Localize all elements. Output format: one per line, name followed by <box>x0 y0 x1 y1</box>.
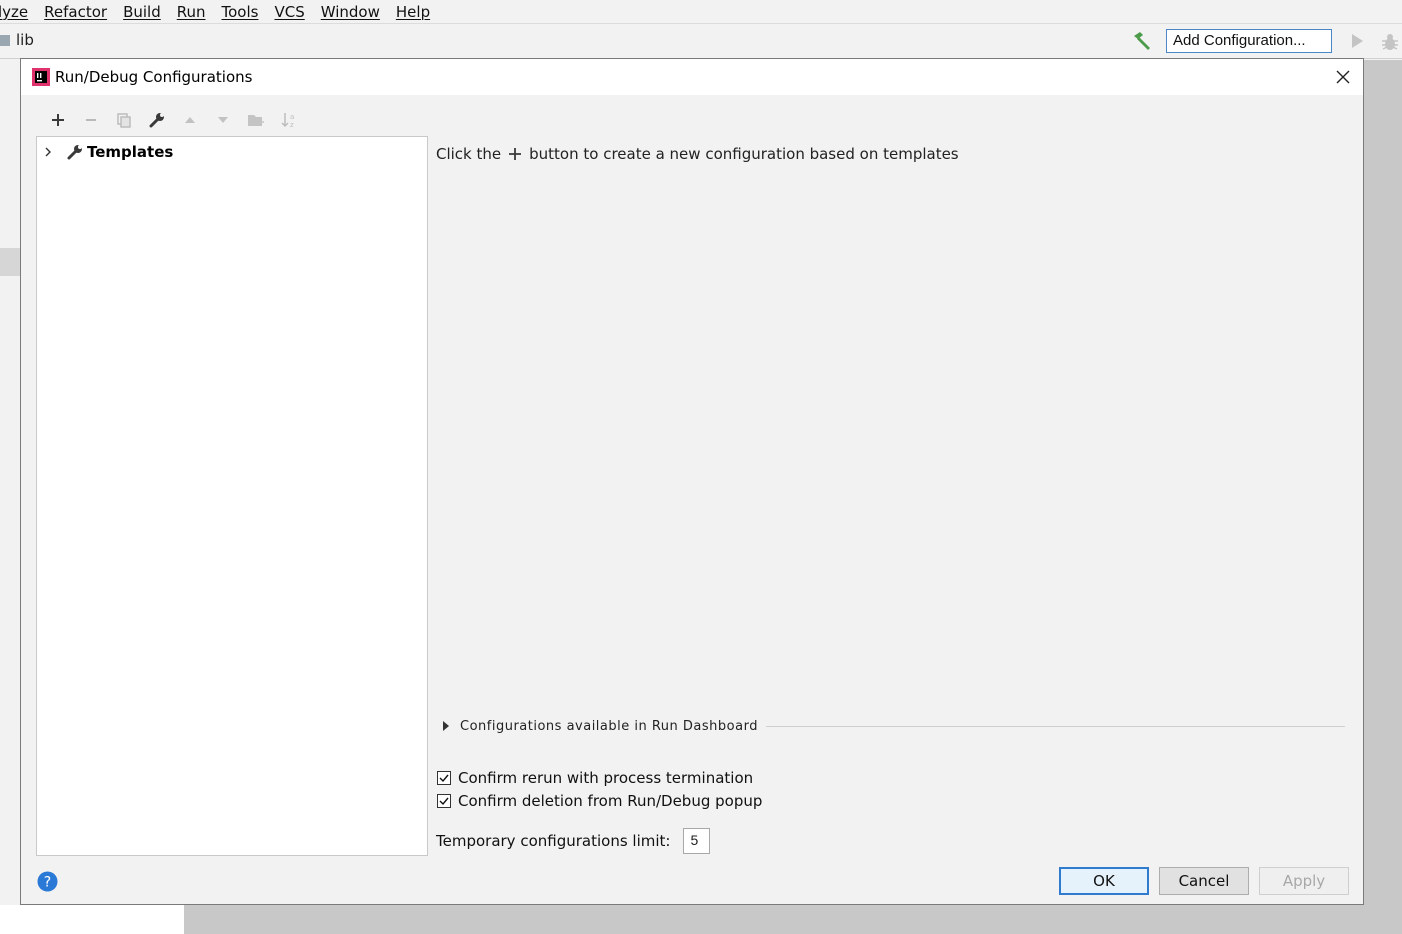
menu-build[interactable]: Build <box>123 3 161 21</box>
remove-configuration-tool[interactable] <box>74 109 107 131</box>
add-configuration-button[interactable]: Add Configuration... <box>1166 29 1332 53</box>
menu-tools[interactable]: Tools <box>222 3 259 21</box>
triangle-right-icon[interactable] <box>441 720 451 732</box>
configurations-tree: Templates <box>36 136 428 856</box>
arrow-up-icon <box>184 117 195 123</box>
svg-text:z: z <box>290 121 294 129</box>
run-debug-dialog: Run/Debug Configurations a z Templates C… <box>20 58 1364 905</box>
svg-text:a: a <box>290 113 294 121</box>
menu-window[interactable]: Window <box>321 3 380 21</box>
navigation-bar: lib Add Configuration... <box>0 24 1402 59</box>
wrench-icon <box>149 113 164 128</box>
copy-icon <box>116 113 131 128</box>
add-icon <box>509 148 522 160</box>
apply-button[interactable]: Apply <box>1259 867 1349 895</box>
dialog-title: Run/Debug Configurations <box>55 68 253 86</box>
confirm-deletion-checkbox[interactable] <box>437 794 451 808</box>
edit-templates-tool[interactable] <box>140 109 173 131</box>
menu-help[interactable]: Help <box>396 3 430 21</box>
chevron-right-icon[interactable] <box>42 146 54 158</box>
hint-text-after: button to create a new configuration bas… <box>529 145 959 163</box>
tree-item-templates[interactable]: Templates <box>37 141 173 163</box>
debug-icon[interactable] <box>1380 32 1400 52</box>
build-hammer-icon[interactable] <box>1130 29 1154 53</box>
temp-limit-row: Temporary configurations limit: 5 <box>436 827 711 855</box>
help-icon[interactable]: ? <box>37 871 58 892</box>
breadcrumb-lib[interactable]: lib <box>16 31 34 49</box>
move-to-folder-tool[interactable] <box>239 109 272 131</box>
confirm-rerun-checkbox[interactable] <box>437 771 451 785</box>
folder-icon <box>0 35 10 46</box>
run-icon[interactable] <box>1348 32 1366 50</box>
ok-button[interactable]: OK <box>1059 867 1149 895</box>
hint-text-before: Click the <box>436 145 502 163</box>
checkmark-icon <box>439 797 449 806</box>
remove-icon <box>85 119 96 121</box>
intellij-logo-icon <box>32 68 50 86</box>
confirm-rerun-label: Confirm rerun with process termination <box>458 769 754 787</box>
temp-limit-label: Temporary configurations limit: <box>436 832 671 850</box>
temp-limit-input[interactable]: 5 <box>683 828 711 854</box>
add-configuration-tool[interactable] <box>41 109 74 131</box>
arrow-down-icon <box>217 117 228 123</box>
menu-vcs[interactable]: VCS <box>274 3 304 21</box>
confirm-deletion-label: Confirm deletion from Run/Debug popup <box>458 792 763 810</box>
sort-tool[interactable]: a z <box>272 109 305 131</box>
section-divider <box>765 725 1345 727</box>
confirm-deletion-option[interactable]: Confirm deletion from Run/Debug popup <box>437 790 762 812</box>
status-background <box>184 905 1402 934</box>
run-dashboard-section[interactable]: Configurations available in Run Dashboar… <box>441 716 1345 736</box>
menu-refactor[interactable]: Refactor <box>44 3 107 21</box>
config-toolbar: a z <box>41 109 305 131</box>
run-dashboard-label: Configurations available in Run Dashboar… <box>460 718 758 734</box>
move-down-tool[interactable] <box>206 109 239 131</box>
sort-icon: a z <box>280 113 294 129</box>
editor-gutter <box>0 248 20 276</box>
confirm-rerun-option[interactable]: Confirm rerun with process termination <box>437 767 753 789</box>
editor-background <box>1364 60 1402 934</box>
folder-icon <box>247 115 264 126</box>
wrench-icon <box>67 145 82 160</box>
copy-configuration-tool[interactable] <box>107 109 140 131</box>
close-icon[interactable] <box>1333 67 1353 87</box>
checkmark-icon <box>439 774 449 783</box>
menu-analyze[interactable]: lyze <box>0 3 28 21</box>
menu-run[interactable]: Run <box>177 3 206 21</box>
empty-state-hint: Click the button to create a new configu… <box>436 145 959 163</box>
dialog-titlebar: Run/Debug Configurations <box>21 59 1363 95</box>
menu-bar: lyze Refactor Build Run Tools VCS Window… <box>0 0 1402 24</box>
move-up-tool[interactable] <box>173 109 206 131</box>
cancel-button[interactable]: Cancel <box>1159 867 1249 895</box>
project-panel-background <box>0 905 184 934</box>
tree-item-label: Templates <box>87 143 174 161</box>
svg-text:?: ? <box>44 875 51 891</box>
add-icon <box>51 114 64 126</box>
